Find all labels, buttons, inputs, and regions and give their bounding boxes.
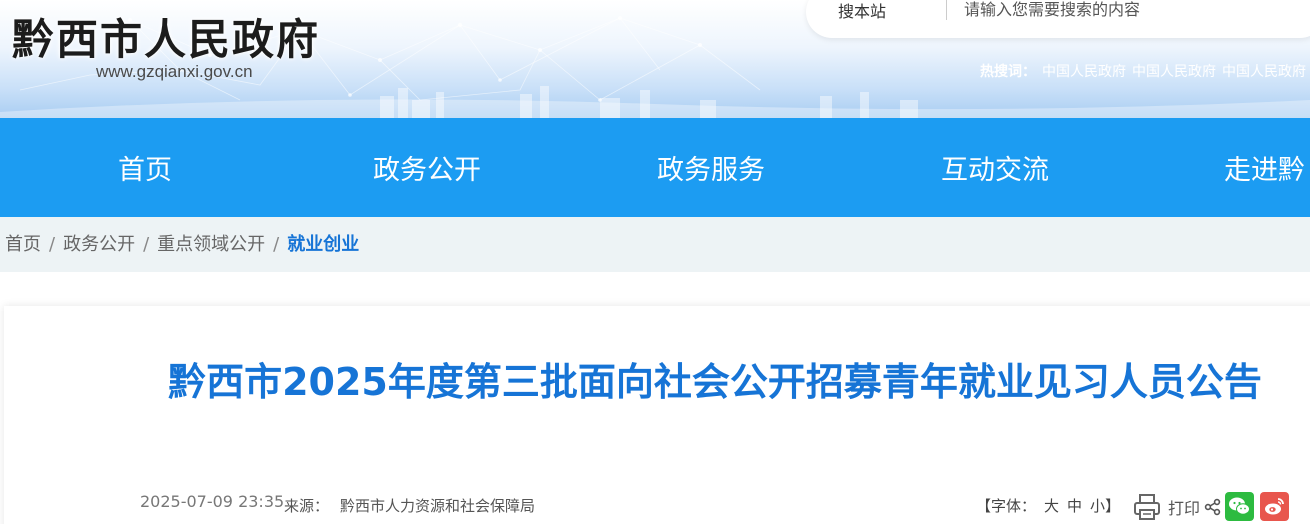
breadcrumb-gov-affairs-open[interactable]: 政务公开 — [63, 234, 135, 255]
weibo-icon[interactable] — [1260, 492, 1289, 521]
search-input[interactable] — [964, 0, 1294, 22]
breadcrumb-separator: / — [49, 234, 56, 255]
hot-search: 热搜词： 中国人民政府 中国人民政府 中国人民政府 — [980, 61, 1306, 81]
font-size-small[interactable]: 小 — [1090, 497, 1105, 515]
nav-item-gov-services[interactable]: 政务服务 — [657, 148, 765, 187]
font-size-control: 【字体： 大中小】 — [976, 495, 1120, 516]
nav-item-home[interactable]: 首页 — [118, 148, 172, 187]
search-scope-select[interactable]: 搜本站 — [838, 0, 886, 22]
search-divider — [946, 0, 947, 20]
breadcrumb-separator: / — [273, 234, 280, 255]
search-bar: 搜本站 — [806, 0, 1310, 38]
site-title: 黔西市人民政府 — [12, 15, 321, 64]
breadcrumb-current[interactable]: 就业创业 — [287, 234, 359, 255]
article-source: 黔西市人力资源和社会保障局 — [340, 497, 536, 515]
breadcrumb-separator: / — [143, 234, 150, 255]
article-source-label: 来源： — [284, 497, 330, 515]
nav-item-interaction[interactable]: 互动交流 — [941, 148, 1049, 187]
breadcrumb: 首页 / 政务公开 / 重点领域公开 / 就业创业 — [0, 217, 1310, 272]
main-nav: 首页 政务公开 政务服务 互动交流 走进黔 — [0, 118, 1310, 217]
font-size-close: 】 — [1105, 497, 1121, 515]
article-card: 黔西市2025年度第三批面向社会公开招募青年就业见习人员公告 2025-07-0… — [4, 306, 1310, 524]
site-url: www.gzqianxi.gov.cn — [96, 62, 253, 81]
hot-search-link[interactable]: 中国人民政府 — [1132, 64, 1216, 80]
hot-search-label: 热搜词： — [980, 64, 1036, 80]
breadcrumb-home[interactable]: 首页 — [5, 234, 41, 255]
nav-item-about[interactable]: 走进黔 — [1224, 148, 1305, 187]
header-banner: 黔西市人民政府 www.gzqianxi.gov.cn 搜本站 热搜词： 中国人民… — [0, 0, 1310, 118]
print-label[interactable]: 打印 — [1168, 495, 1200, 519]
article-date: 2025-07-09 23:35 — [140, 492, 285, 511]
font-size-large[interactable]: 大 — [1044, 497, 1059, 515]
hot-search-link[interactable]: 中国人民政府 — [1222, 64, 1306, 80]
hot-search-link[interactable]: 中国人民政府 — [1042, 64, 1126, 80]
print-icon[interactable] — [1132, 492, 1162, 522]
nav-item-gov-affairs-open[interactable]: 政务公开 — [373, 148, 481, 187]
breadcrumb-key-areas[interactable]: 重点领域公开 — [157, 234, 265, 255]
font-size-label: 【字体： — [976, 497, 1037, 515]
font-size-medium[interactable]: 中 — [1067, 497, 1082, 515]
wechat-icon[interactable] — [1225, 492, 1254, 521]
share-icon[interactable] — [1204, 498, 1222, 516]
article-title: 黔西市2025年度第三批面向社会公开招募青年就业见习人员公告 — [168, 360, 1262, 404]
